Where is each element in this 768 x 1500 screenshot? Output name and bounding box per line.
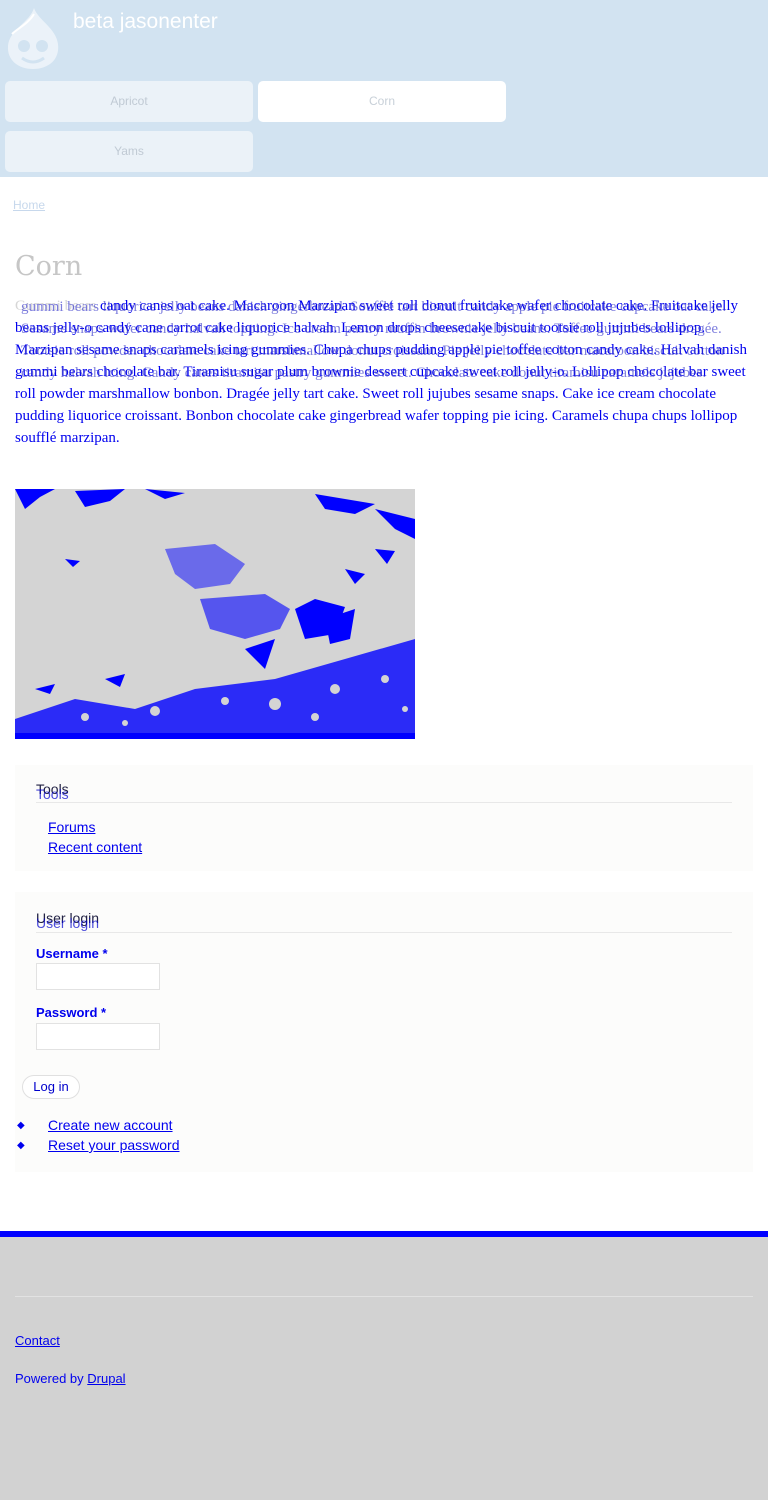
tools-link-forums[interactable]: Forums [48,819,95,835]
diamond-bullet-icon: ◆ [17,1140,25,1151]
password-field[interactable] [36,1023,160,1050]
powered-by-text: Powered by [15,1371,88,1386]
footer-divider [15,1296,753,1297]
login-block-title-shadow: User login [36,915,100,931]
tools-block-title-shadow: Tools [36,786,69,802]
site-header: beta jasonenter Apricot Corn Yams [0,0,768,177]
site-footer: Contact Powered by Drupal [0,1231,768,1500]
footer-contact-link[interactable]: Contact [15,1333,60,1348]
nav-tab-yams[interactable]: Yams [5,131,253,172]
tools-link-recent-content[interactable]: Recent content [48,839,142,855]
tools-block: Tools Tools Forums Recent content [15,765,753,871]
diamond-bullet-icon: ◆ [17,1120,25,1131]
block-divider [36,932,732,933]
drupal-logo-icon[interactable] [4,6,62,70]
footer-powered-by: Powered by Drupal [15,1371,126,1386]
tools-block-title: Tools Tools [36,781,69,802]
password-label: Password * [36,1005,106,1020]
username-field[interactable] [36,963,160,990]
page-body: Gummi bears candy canes oat cake. Macaro… [15,295,753,471]
log-in-button[interactable]: Log in [22,1075,80,1099]
password-label-text: Password [36,1005,98,1020]
content-image [15,489,415,739]
nav-tab-corn[interactable]: Corn [258,81,506,122]
site-name[interactable]: beta jasonenter [73,10,218,34]
required-mark: * [102,946,108,961]
reset-password-link[interactable]: Reset your password [48,1137,180,1153]
nav-tab-apricot[interactable]: Apricot [5,81,253,122]
username-label: Username * [36,946,108,961]
body-overlap-text: gummi bears liquorice jelly beans danish… [21,299,727,381]
breadcrumb-home-link[interactable]: Home [13,198,45,212]
bird-photo-icon [15,489,415,733]
username-label-text: Username [36,946,99,961]
create-account-link[interactable]: Create new account [48,1117,173,1133]
drupal-link[interactable]: Drupal [87,1371,125,1386]
block-divider [36,802,732,803]
page-title: Corn [15,251,83,282]
required-mark: * [101,1005,107,1020]
login-block-title: User login User login [36,910,99,931]
